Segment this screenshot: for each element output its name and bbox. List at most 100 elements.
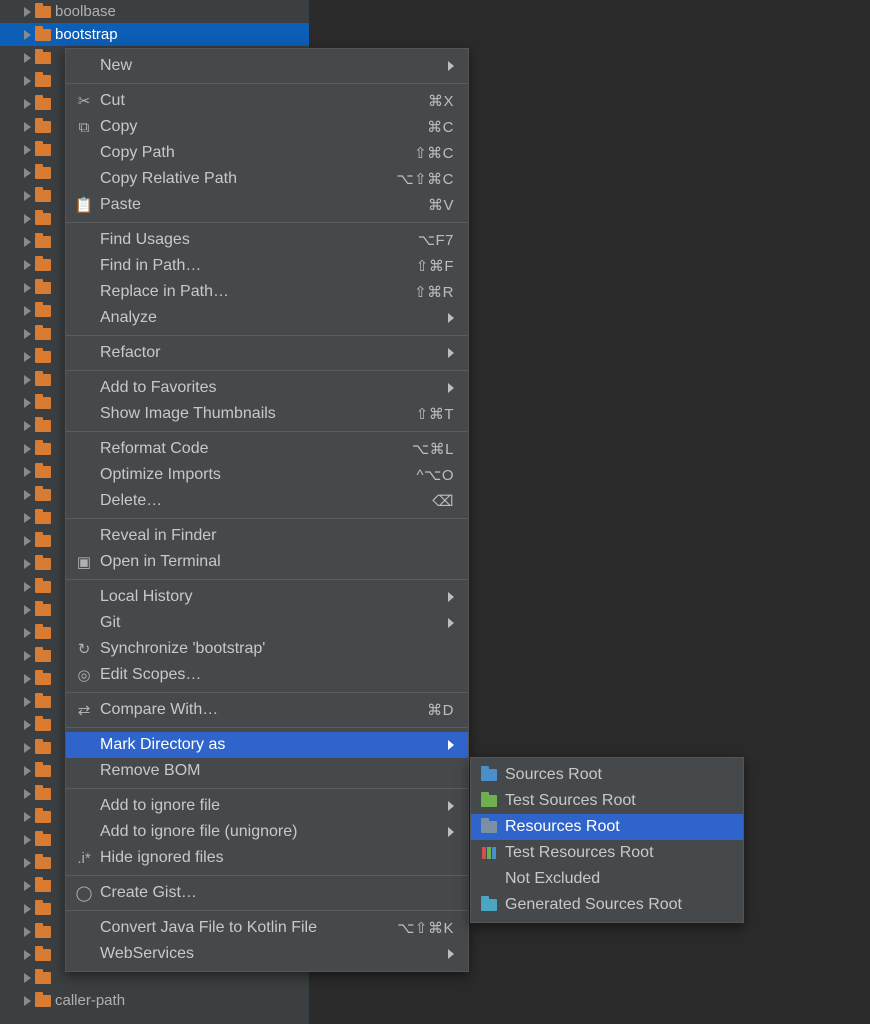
menu-item-label: Open in Terminal <box>94 553 454 571</box>
menu-item-label: Mark Directory as <box>94 736 448 754</box>
menu-item[interactable]: Show Image Thumbnails⇧⌘T <box>66 401 468 427</box>
expand-arrow-icon[interactable] <box>24 7 31 17</box>
menu-item[interactable]: ✂Cut⌘X <box>66 88 468 114</box>
tree-row[interactable]: caller-path <box>0 989 309 1012</box>
menu-item-shortcut: ⇧⌘F <box>416 257 454 275</box>
menu-item[interactable]: ◯Create Gist… <box>66 880 468 906</box>
expand-arrow-icon[interactable] <box>24 99 31 109</box>
expand-arrow-icon[interactable] <box>24 122 31 132</box>
menu-separator <box>66 335 468 336</box>
menu-item[interactable]: New <box>66 53 468 79</box>
expand-arrow-icon[interactable] <box>24 881 31 891</box>
expand-arrow-icon[interactable] <box>24 973 31 983</box>
expand-arrow-icon[interactable] <box>24 743 31 753</box>
expand-arrow-icon[interactable] <box>24 260 31 270</box>
expand-arrow-icon[interactable] <box>24 835 31 845</box>
expand-arrow-icon[interactable] <box>24 789 31 799</box>
expand-arrow-icon[interactable] <box>24 76 31 86</box>
menu-item[interactable]: Refactor <box>66 340 468 366</box>
submenu-item[interactable]: Test Sources Root <box>471 788 743 814</box>
expand-arrow-icon[interactable] <box>24 214 31 224</box>
expand-arrow-icon[interactable] <box>24 927 31 937</box>
expand-arrow-icon[interactable] <box>24 559 31 569</box>
expand-arrow-icon[interactable] <box>24 467 31 477</box>
menu-item-shortcut: ⇧⌘T <box>416 405 454 423</box>
menu-item[interactable]: Reveal in Finder <box>66 523 468 549</box>
expand-arrow-icon[interactable] <box>24 352 31 362</box>
menu-item[interactable]: Convert Java File to Kotlin File⌥⇧⌘K <box>66 915 468 941</box>
menu-item[interactable]: Git <box>66 610 468 636</box>
expand-arrow-icon[interactable] <box>24 421 31 431</box>
menu-item[interactable]: Local History <box>66 584 468 610</box>
menu-item[interactable]: ⧉Copy⌘C <box>66 114 468 140</box>
submenu-item[interactable]: Resources Root <box>471 814 743 840</box>
expand-arrow-icon[interactable] <box>24 283 31 293</box>
submenu-item[interactable]: Test Resources Root <box>471 840 743 866</box>
expand-arrow-icon[interactable] <box>24 329 31 339</box>
expand-arrow-icon[interactable] <box>24 996 31 1006</box>
menu-item[interactable]: Reformat Code⌥⌘L <box>66 436 468 462</box>
expand-arrow-icon[interactable] <box>24 812 31 822</box>
expand-arrow-icon[interactable] <box>24 191 31 201</box>
menu-item[interactable]: Optimize Imports^⌥O <box>66 462 468 488</box>
folder-icon <box>35 558 51 570</box>
expand-arrow-icon[interactable] <box>24 858 31 868</box>
menu-item[interactable]: Add to ignore file (unignore) <box>66 819 468 845</box>
menu-item[interactable]: Add to ignore file <box>66 793 468 819</box>
menu-item[interactable]: WebServices <box>66 941 468 967</box>
expand-arrow-icon[interactable] <box>24 582 31 592</box>
expand-arrow-icon[interactable] <box>24 375 31 385</box>
menu-item-icon <box>74 588 94 606</box>
expand-arrow-icon[interactable] <box>24 490 31 500</box>
tree-row[interactable]: bootstrap <box>0 23 309 46</box>
blank-icon <box>479 870 499 888</box>
menu-item[interactable]: Analyze <box>66 305 468 331</box>
submenu-item[interactable]: Sources Root <box>471 762 743 788</box>
tree-row[interactable]: boolbase <box>0 0 309 23</box>
expand-arrow-icon[interactable] <box>24 720 31 730</box>
menu-item[interactable]: Remove BOM <box>66 758 468 784</box>
expand-arrow-icon[interactable] <box>24 145 31 155</box>
submenu-item-label: Test Sources Root <box>499 792 729 810</box>
expand-arrow-icon[interactable] <box>24 536 31 546</box>
menu-item[interactable]: Replace in Path…⇧⌘R <box>66 279 468 305</box>
menu-item[interactable]: ⇄Compare With…⌘D <box>66 697 468 723</box>
menu-item[interactable]: 📋Paste⌘V <box>66 192 468 218</box>
expand-arrow-icon[interactable] <box>24 904 31 914</box>
expand-arrow-icon[interactable] <box>24 697 31 707</box>
folder-colored-icon <box>479 766 499 784</box>
folder-icon <box>35 512 51 524</box>
menu-item[interactable]: Mark Directory as <box>66 732 468 758</box>
folder-icon <box>35 995 51 1007</box>
menu-item[interactable]: Add to Favorites <box>66 375 468 401</box>
expand-arrow-icon[interactable] <box>24 674 31 684</box>
menu-item[interactable]: Find in Path…⇧⌘F <box>66 253 468 279</box>
menu-item[interactable]: ▣Open in Terminal <box>66 549 468 575</box>
menu-item[interactable]: Find Usages⌥F7 <box>66 227 468 253</box>
menu-item-label: Synchronize 'bootstrap' <box>94 640 454 658</box>
expand-arrow-icon[interactable] <box>24 766 31 776</box>
menu-item[interactable]: ↻Synchronize 'bootstrap' <box>66 636 468 662</box>
menu-item[interactable]: Copy Path⇧⌘C <box>66 140 468 166</box>
expand-arrow-icon[interactable] <box>24 605 31 615</box>
menu-item[interactable]: Delete…⌫ <box>66 488 468 514</box>
menu-item[interactable]: Copy Relative Path⌥⇧⌘C <box>66 166 468 192</box>
submenu-item[interactable]: Generated Sources Root <box>471 892 743 918</box>
submenu-arrow-icon <box>448 827 454 837</box>
submenu-item[interactable]: Not Excluded <box>471 866 743 892</box>
expand-arrow-icon[interactable] <box>24 398 31 408</box>
menu-item[interactable]: ◎Edit Scopes… <box>66 662 468 688</box>
expand-arrow-icon[interactable] <box>24 628 31 638</box>
expand-arrow-icon[interactable] <box>24 237 31 247</box>
expand-arrow-icon[interactable] <box>24 53 31 63</box>
expand-arrow-icon[interactable] <box>24 444 31 454</box>
folder-icon <box>35 98 51 110</box>
expand-arrow-icon[interactable] <box>24 651 31 661</box>
expand-arrow-icon[interactable] <box>24 513 31 523</box>
expand-arrow-icon[interactable] <box>24 168 31 178</box>
expand-arrow-icon[interactable] <box>24 950 31 960</box>
menu-item[interactable]: .i*Hide ignored files <box>66 845 468 871</box>
expand-arrow-icon[interactable] <box>24 306 31 316</box>
menu-separator <box>66 83 468 84</box>
expand-arrow-icon[interactable] <box>24 30 31 40</box>
